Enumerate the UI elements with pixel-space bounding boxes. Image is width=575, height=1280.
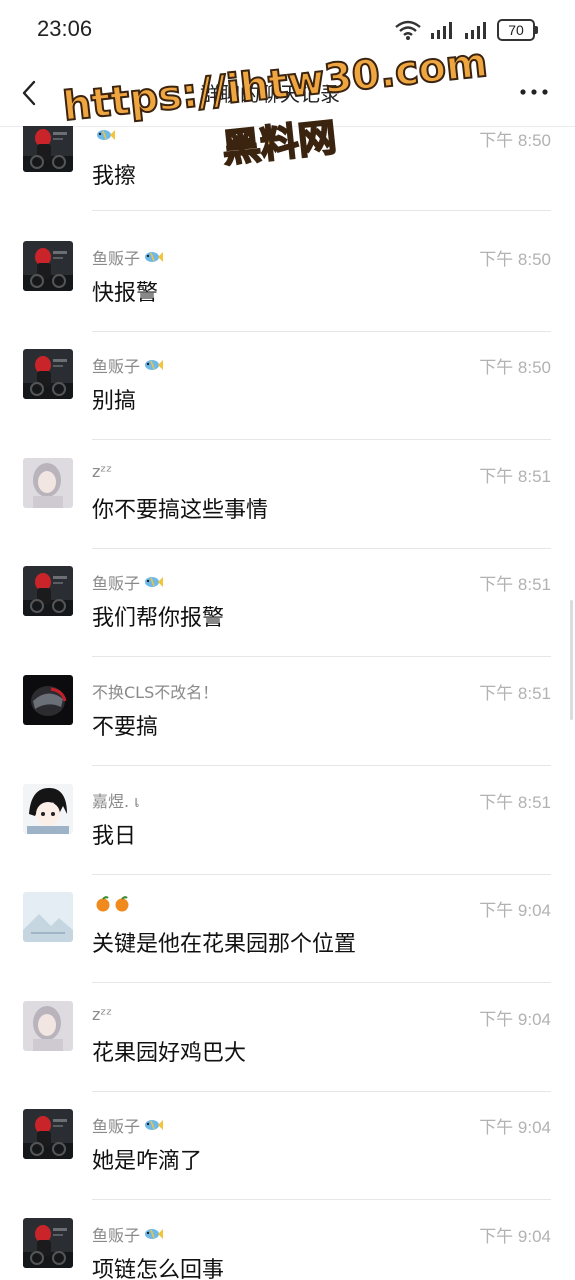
sender-label: 鱼贩子 bbox=[92, 574, 141, 594]
message-time: 下午 8:51 bbox=[479, 684, 551, 703]
message-list[interactable]: 下午 8:50 我擦 鱼贩子 下午 8:50 快报警 鱼贩子 下午 8:50 别搞 zᶻᶻ 下午 … bbox=[0, 126, 575, 1280]
sender-name: 鱼贩子 bbox=[92, 1222, 164, 1246]
avatar[interactable] bbox=[23, 240, 73, 291]
message-time: 下午 9:04 bbox=[479, 901, 551, 921]
message-divider bbox=[92, 656, 551, 658]
message-time: 下午 9:04 bbox=[479, 1118, 551, 1138]
sender-label: zᶻᶻ bbox=[92, 1004, 113, 1024]
message-text: 你不要搞这些事情 bbox=[92, 497, 269, 523]
orange-emoji-icon bbox=[115, 896, 129, 912]
sender-name: 鱼贩子 bbox=[92, 570, 164, 594]
message-divider bbox=[92, 1199, 551, 1201]
chat-header: 群聊的聊天记录 bbox=[0, 60, 575, 127]
orange-emoji-icon bbox=[96, 896, 110, 912]
avatar[interactable] bbox=[23, 1109, 73, 1160]
message-divider bbox=[92, 982, 551, 984]
sender-name: zᶻᶻ bbox=[92, 1005, 112, 1024]
avatar[interactable] bbox=[23, 675, 73, 725]
chat-message[interactable]: 嘉煜. เ 下午 8:51 我日 bbox=[0, 776, 575, 884]
message-text: 我擦 bbox=[92, 164, 137, 189]
sender-label: 鱼贩子 bbox=[92, 1226, 141, 1245]
sender-label: zᶻᶻ bbox=[92, 461, 113, 481]
status-time: 23:06 bbox=[37, 16, 93, 41]
sender-name bbox=[92, 896, 130, 912]
fish-emoji-icon bbox=[145, 1229, 164, 1239]
wifi-icon bbox=[395, 20, 421, 40]
chat-message[interactable]: zᶻᶻ 下午 8:51 你不要搞这些事情 bbox=[0, 450, 575, 558]
message-text: 别搞 bbox=[92, 389, 137, 415]
fish-emoji-icon bbox=[145, 360, 164, 371]
status-icons: 70 bbox=[395, 18, 538, 42]
sender-name: 鱼贩子 bbox=[92, 245, 164, 269]
signal-icon-sim2 bbox=[465, 22, 486, 39]
more-dots-icon[interactable] bbox=[519, 82, 549, 102]
message-time: 下午 8:50 bbox=[479, 131, 551, 150]
sender-label: 不换CLS不改名！ bbox=[92, 683, 219, 702]
message-time: 下午 8:50 bbox=[479, 249, 551, 269]
scrollbar[interactable] bbox=[570, 600, 573, 720]
sender-name: 鱼贩子 bbox=[92, 1113, 164, 1137]
battery-indicator: 70 bbox=[497, 19, 538, 41]
avatar[interactable] bbox=[23, 1218, 73, 1268]
message-text: 快报警 bbox=[92, 280, 159, 306]
chat-message[interactable]: zᶻᶻ 下午 9:04 花果园好鸡巴大 bbox=[0, 993, 575, 1101]
signal-icon-sim1 bbox=[431, 22, 452, 39]
chat-message[interactable]: 鱼贩子 下午 8:50 别搞 bbox=[0, 341, 575, 449]
message-text: 不要搞 bbox=[92, 715, 159, 740]
sender-name: 鱼贩子 bbox=[92, 353, 164, 377]
message-divider bbox=[92, 330, 551, 332]
message-divider bbox=[92, 765, 551, 766]
message-time: 下午 8:51 bbox=[479, 575, 551, 595]
message-time: 下午 8:50 bbox=[479, 358, 551, 378]
message-time: 下午 8:51 bbox=[479, 466, 551, 486]
sender-label: 鱼贩子 bbox=[92, 1117, 141, 1137]
chat-message[interactable]: 鱼贩子 下午 9:04 她是咋滴了 bbox=[0, 1101, 575, 1209]
page-title: 群聊的聊天记录 bbox=[200, 82, 340, 106]
message-text: 我日 bbox=[92, 823, 137, 849]
fish-emoji-icon bbox=[97, 130, 115, 140]
message-divider bbox=[92, 439, 551, 441]
chat-message[interactable]: 不换CLS不改名！ 下午 8:51 不要搞 bbox=[0, 667, 575, 775]
avatar[interactable] bbox=[23, 892, 73, 943]
chat-message[interactable]: 下午 8:50 我擦 bbox=[0, 126, 575, 232]
avatar[interactable] bbox=[23, 349, 73, 400]
sender-name: 不换CLS不改名！ bbox=[92, 679, 218, 703]
chat-message[interactable]: 鱼贩子 下午 8:51 我们帮你报警 bbox=[0, 558, 575, 666]
sender-name bbox=[92, 128, 115, 142]
avatar[interactable] bbox=[23, 783, 73, 834]
message-divider bbox=[92, 547, 551, 549]
message-divider bbox=[92, 210, 551, 211]
fish-emoji-icon bbox=[145, 577, 164, 588]
chat-message[interactable]: 鱼贩子 下午 9:04 项链怎么回事 bbox=[0, 1210, 575, 1280]
avatar[interactable] bbox=[23, 457, 73, 508]
sender-label: 嘉煜. เ bbox=[92, 791, 140, 811]
message-divider bbox=[92, 1090, 551, 1092]
status-bar: 23:06 70 bbox=[0, 0, 575, 60]
sender-label: 鱼贩子 bbox=[92, 357, 141, 377]
avatar[interactable] bbox=[23, 1000, 73, 1051]
chat-message[interactable]: 鱼贩子 下午 8:50 快报警 bbox=[0, 233, 575, 341]
message-text: 关键是他在花果园那个位置 bbox=[92, 932, 357, 958]
message-time: 下午 8:51 bbox=[479, 792, 551, 812]
fish-emoji-icon bbox=[145, 1120, 164, 1131]
message-time: 下午 9:04 bbox=[479, 1009, 551, 1029]
message-text: 她是咋滴了 bbox=[92, 1149, 203, 1175]
chevron-left-icon[interactable] bbox=[16, 78, 46, 108]
sender-name: zᶻᶻ bbox=[92, 462, 112, 481]
message-text: 花果园好鸡巴大 bbox=[92, 1040, 247, 1066]
sender-label: 鱼贩子 bbox=[92, 248, 141, 268]
message-time: 下午 9:04 bbox=[479, 1227, 551, 1246]
fish-emoji-icon bbox=[145, 251, 164, 262]
avatar[interactable] bbox=[23, 566, 73, 617]
chat-message[interactable]: 下午 9:04 关键是他在花果园那个位置 bbox=[0, 884, 575, 992]
avatar[interactable] bbox=[23, 126, 73, 172]
message-text: 项链怎么回事 bbox=[92, 1258, 225, 1280]
sender-name: 嘉煜. เ bbox=[92, 788, 140, 815]
message-divider bbox=[92, 873, 551, 875]
message-text: 我们帮你报警 bbox=[92, 606, 225, 632]
